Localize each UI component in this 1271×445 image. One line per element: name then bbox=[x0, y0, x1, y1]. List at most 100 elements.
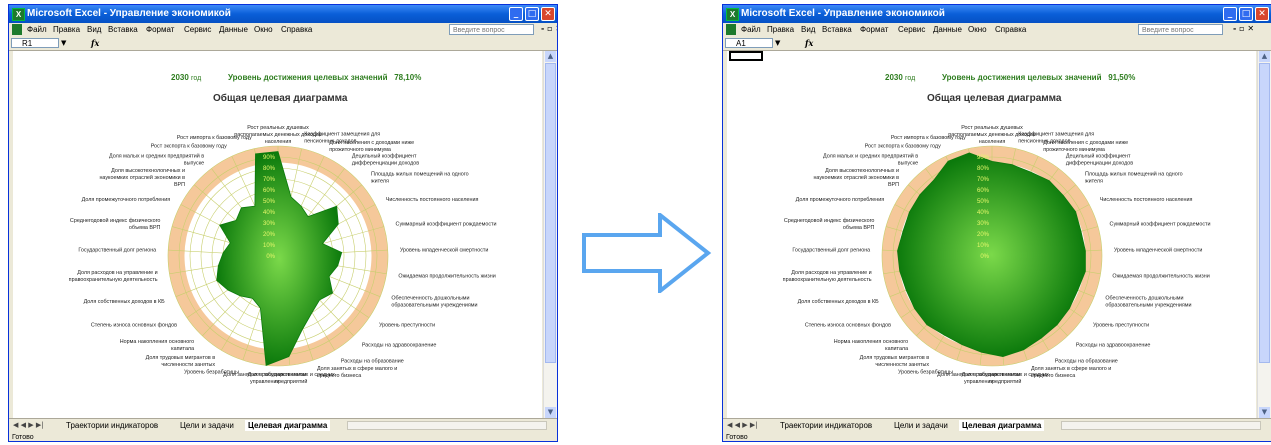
category-label: Численность постоянного населения bbox=[1100, 197, 1193, 203]
tick-label: 40% bbox=[977, 210, 990, 216]
formula-bar: A1 ▼ fx bbox=[723, 37, 1271, 51]
menu-item-view[interactable]: Вид bbox=[801, 25, 815, 34]
category-label: Рост импорта к базовому году bbox=[891, 135, 966, 141]
name-box[interactable]: R1 bbox=[11, 38, 59, 48]
category-label: Доля трудовых мигрантов в численности зан… bbox=[146, 355, 216, 368]
tick-label: 80% bbox=[263, 166, 276, 172]
menu-item-format[interactable]: Формат bbox=[146, 25, 174, 34]
menu-item-window[interactable]: Окно bbox=[968, 25, 987, 34]
scroll-up-icon[interactable]: ▲ bbox=[1259, 51, 1270, 62]
menu-item-window[interactable]: Окно bbox=[254, 25, 273, 34]
category-label: Доля трудовых мигрантов в численности зан… bbox=[860, 355, 930, 368]
category-label: Площадь жилых помещений на одного жителя bbox=[371, 171, 469, 185]
menu-item-format[interactable]: Формат bbox=[860, 25, 888, 34]
tick-label: 0% bbox=[980, 254, 989, 260]
radar-chart: 0%10%20%30%40%50%60%70%80%90%Рост реальн… bbox=[783, 125, 1211, 385]
tick-label: 90% bbox=[263, 155, 276, 161]
chevron-down-icon[interactable]: ▼ bbox=[775, 39, 780, 47]
category-label: Доля высокотехнологичных и наукоемких отр… bbox=[813, 168, 899, 188]
category-label: Ожидаемая продолжительность жизни bbox=[398, 274, 495, 280]
tick-label: 80% bbox=[977, 166, 990, 172]
menu-item-edit[interactable]: Правка bbox=[767, 25, 794, 34]
menu-bar: Файл Правка Вид Вставка Формат Сервис Да… bbox=[723, 23, 1271, 37]
scroll-thumb[interactable] bbox=[545, 63, 556, 363]
category-label: Доля промежуточного потребления bbox=[796, 197, 885, 203]
workbook-icon[interactable] bbox=[12, 24, 22, 35]
menu-item-help[interactable]: Справка bbox=[995, 25, 1026, 34]
category-label: Доля промежуточного потребления bbox=[82, 197, 171, 203]
tick-label: 10% bbox=[263, 243, 276, 249]
tab-goals[interactable]: Цели и задачи bbox=[177, 420, 237, 431]
menu-item-file[interactable]: Файл bbox=[741, 25, 761, 34]
menu-item-edit[interactable]: Правка bbox=[53, 25, 80, 34]
tab-trajectories[interactable]: Траектории индикаторов bbox=[777, 420, 875, 431]
scroll-thumb[interactable] bbox=[1259, 63, 1270, 363]
category-label: Расходы на образование bbox=[341, 359, 404, 365]
tab-target-chart[interactable]: Целевая диаграмма bbox=[959, 420, 1045, 431]
title-bar: X Microsoft Excel - Управление экономико… bbox=[723, 5, 1271, 23]
scroll-down-icon[interactable]: ▼ bbox=[545, 407, 556, 418]
window-title: Microsoft Excel - Управление экономикой bbox=[27, 8, 231, 19]
fx-icon[interactable]: fx bbox=[805, 38, 813, 48]
horizontal-scrollbar[interactable] bbox=[1061, 421, 1261, 430]
workbook-window-controls[interactable]: - ▫ ✕ bbox=[541, 24, 557, 33]
category-label: Обеспеченность дошкольными образовательны… bbox=[391, 296, 477, 309]
menu-item-insert[interactable]: Вставка bbox=[108, 25, 138, 34]
window-title: Microsoft Excel - Управление экономикой bbox=[741, 8, 945, 19]
category-label: Доля населения с доходами ниже прожиточно… bbox=[1043, 140, 1128, 153]
minimize-button[interactable]: _ bbox=[1223, 7, 1237, 21]
fx-icon[interactable]: fx bbox=[91, 38, 99, 48]
workbook-icon[interactable] bbox=[726, 24, 736, 35]
tab-target-chart[interactable]: Целевая диаграмма bbox=[245, 420, 331, 431]
status-bar: Готово bbox=[9, 432, 557, 441]
category-label: Рост экспорта к базовому году bbox=[151, 143, 227, 149]
tick-label: 10% bbox=[977, 243, 990, 249]
minimize-button[interactable]: _ bbox=[509, 7, 523, 21]
excel-window-before: X Microsoft Excel - Управление экономико… bbox=[8, 4, 558, 442]
tab-nav-arrows[interactable]: ◀ ◀ ▶ ▶| bbox=[727, 421, 758, 429]
chart-sheet[interactable]: 2030 год Уровень достижения целевых знач… bbox=[13, 51, 542, 418]
transition-arrow-icon bbox=[582, 213, 712, 293]
ask-question-input[interactable]: Введите вопрос bbox=[1138, 24, 1223, 35]
menu-item-tools[interactable]: Сервис bbox=[898, 25, 925, 34]
scroll-up-icon[interactable]: ▲ bbox=[545, 51, 556, 62]
menu-item-view[interactable]: Вид bbox=[87, 25, 101, 34]
tab-nav-arrows[interactable]: ◀ ◀ ▶ ▶| bbox=[13, 421, 44, 429]
category-label: Уровень младенческой смертности bbox=[400, 246, 489, 253]
tick-label: 40% bbox=[263, 210, 276, 216]
workbook-window-controls[interactable]: - ▫ ✕ bbox=[1233, 24, 1254, 33]
menu-item-insert[interactable]: Вставка bbox=[822, 25, 852, 34]
ask-question-input[interactable]: Введите вопрос bbox=[449, 24, 534, 35]
chart-sheet[interactable]: 2030 год Уровень достижения целевых знач… bbox=[727, 51, 1256, 418]
close-button[interactable]: ✕ bbox=[1255, 7, 1269, 21]
category-label: Расходы на здравоохранение bbox=[362, 343, 437, 349]
menu-item-file[interactable]: Файл bbox=[27, 25, 47, 34]
category-label: Рост экспорта к базовому году bbox=[865, 143, 941, 149]
category-label: Доля расходов на управление и правоохрани… bbox=[783, 270, 872, 283]
category-label: Уровень преступности bbox=[1093, 322, 1149, 328]
category-label: Рост импорта к базовому году bbox=[177, 135, 252, 141]
name-box[interactable]: A1 bbox=[725, 38, 773, 48]
horizontal-scrollbar[interactable] bbox=[347, 421, 547, 430]
close-button[interactable]: ✕ bbox=[541, 7, 555, 21]
menu-item-help[interactable]: Справка bbox=[281, 25, 312, 34]
vertical-scrollbar[interactable]: ▲ ▼ bbox=[1257, 51, 1271, 418]
maximize-button[interactable]: □ bbox=[525, 7, 539, 21]
category-label: Доля малых и средних предприятий в выпуск… bbox=[823, 152, 918, 166]
excel-app-icon: X bbox=[12, 8, 25, 21]
tab-trajectories[interactable]: Траектории индикаторов bbox=[63, 420, 161, 431]
menu-item-data[interactable]: Данные bbox=[933, 25, 962, 34]
category-label: Доля населения с доходами ниже прожиточно… bbox=[329, 140, 414, 153]
vertical-scrollbar[interactable]: ▲ ▼ bbox=[543, 51, 557, 418]
tick-label: 60% bbox=[977, 188, 990, 194]
tick-label: 50% bbox=[977, 199, 990, 205]
status-bar: Готово bbox=[723, 432, 1271, 441]
maximize-button[interactable]: □ bbox=[1239, 7, 1253, 21]
scroll-down-icon[interactable]: ▼ bbox=[1259, 407, 1270, 418]
menu-item-data[interactable]: Данные bbox=[219, 25, 248, 34]
chevron-down-icon[interactable]: ▼ bbox=[61, 39, 66, 47]
title-bar: X Microsoft Excel - Управление экономико… bbox=[9, 5, 557, 23]
tab-goals[interactable]: Цели и задачи bbox=[891, 420, 951, 431]
menu-item-tools[interactable]: Сервис bbox=[184, 25, 211, 34]
category-label: Доля расходов на управление и правоохрани… bbox=[69, 270, 158, 283]
